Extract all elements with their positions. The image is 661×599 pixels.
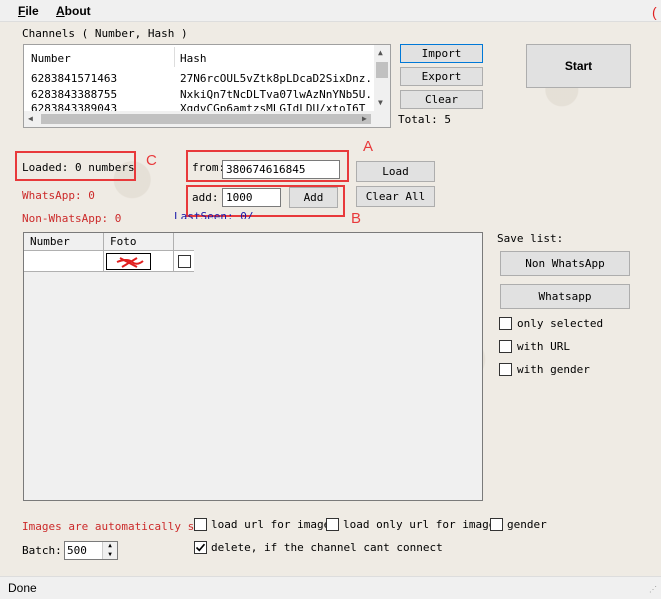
lastseen-count: LastSeen: 0/0 (174, 211, 254, 219)
clear-button[interactable]: Clear (400, 90, 483, 109)
whatsapp-button[interactable]: Whatsapp (500, 284, 630, 309)
column-header-hash[interactable]: Hash (180, 52, 207, 65)
status-text: Done (8, 581, 37, 595)
grid-header-check (174, 233, 194, 251)
save-list-label: Save list: (497, 232, 564, 245)
hscrollbar-thumb[interactable] (41, 114, 371, 124)
lastseen-clip: LastSeen: 0/0 (174, 211, 254, 219)
import-button[interactable]: Import (400, 44, 483, 63)
add-input[interactable] (222, 188, 281, 207)
load-only-url-checkbox[interactable] (326, 518, 339, 531)
add-button[interactable]: Add (289, 187, 338, 208)
column-divider (174, 47, 175, 67)
from-label: from: (192, 161, 226, 174)
menu-bar: File About ( (0, 0, 661, 22)
column-header-number[interactable]: Number (31, 52, 71, 65)
load-button[interactable]: Load (356, 161, 435, 182)
only-selected-checkbox[interactable] (499, 317, 512, 330)
annotation-b: B (351, 210, 362, 227)
annotation-a: A (363, 138, 374, 155)
batch-input[interactable] (65, 542, 102, 559)
scroll-up-icon[interactable]: ▲ (378, 48, 383, 57)
add-label: add: (192, 191, 219, 204)
gender-label: gender (507, 518, 547, 531)
channels-list[interactable]: Number Hash 6283841571463 27N6rcOUL5vZtk… (23, 44, 391, 128)
non-whatsapp-button[interactable]: Non WhatsApp (500, 251, 630, 276)
menu-about[interactable]: About (56, 4, 91, 18)
channel-row-hash[interactable]: 27N6rcOUL5vZtk8pLDcaD2SixDnz... (180, 72, 376, 85)
annotation-c: C (146, 152, 157, 169)
grid-cell-check[interactable] (174, 251, 194, 272)
start-button[interactable]: Start (526, 44, 631, 88)
only-selected-label: only selected (517, 317, 604, 330)
export-button[interactable]: Export (400, 67, 483, 86)
broken-image-icon (106, 253, 151, 270)
channels-group-label: Channels ( Number, Hash ) (22, 27, 188, 40)
load-url-checkbox[interactable] (194, 518, 207, 531)
channel-row-number[interactable]: 6283843388755 (31, 88, 117, 101)
scrollbar-thumb[interactable] (376, 62, 388, 78)
non-whatsapp-count: Non-WhatsApp: 0 (22, 212, 122, 225)
delete-if-cant-checkbox[interactable] (194, 541, 207, 554)
channel-row-number[interactable]: 6283841571463 (31, 72, 117, 85)
with-gender-label: with gender (517, 363, 590, 376)
resize-grip-icon[interactable]: ⋰ (649, 585, 657, 594)
scroll-down-icon[interactable]: ▼ (378, 98, 383, 107)
grid-cell-foto[interactable] (104, 251, 174, 272)
with-url-label: with URL (517, 340, 570, 353)
load-only-url-label: load only url for images (343, 518, 502, 531)
clear-all-button[interactable]: Clear All (356, 186, 435, 207)
scroll-left-icon[interactable]: ◀ (28, 114, 33, 123)
channel-row-hash[interactable]: NxkiQn7tNcDLTva07lwAzNnYNb5U... (180, 88, 376, 101)
load-url-label: load url for images (211, 518, 337, 531)
grid-header-foto[interactable]: Foto (104, 233, 174, 251)
loaded-label: Loaded: 0 numbers (22, 161, 135, 174)
total-label: Total: 5 (398, 113, 451, 126)
menu-file[interactable]: File (18, 4, 39, 18)
checkmark-icon (195, 543, 206, 552)
horizontal-scrollbar[interactable]: ◀ ▶ (24, 111, 390, 127)
vertical-scrollbar[interactable]: ▲ ▼ (374, 45, 390, 111)
whatsapp-count: WhatsApp: 0 (22, 189, 95, 202)
spin-down-icon[interactable]: ▼ (102, 550, 117, 559)
with-gender-checkbox[interactable] (499, 363, 512, 376)
spin-up-icon[interactable]: ▲ (102, 542, 117, 550)
batch-label: Batch: (22, 544, 62, 557)
row-checkbox[interactable] (178, 255, 191, 268)
delete-if-cant-label: delete, if the channel cant connect (211, 541, 443, 554)
grid-cell-number[interactable] (24, 251, 104, 272)
scroll-right-icon[interactable]: ▶ (362, 114, 367, 123)
close-indicator-icon: ( (652, 4, 657, 20)
with-url-checkbox[interactable] (499, 340, 512, 353)
gender-checkbox[interactable] (490, 518, 503, 531)
from-input[interactable] (222, 160, 340, 179)
status-bar: Done ⋰ (0, 576, 661, 599)
results-grid[interactable]: Number Foto (23, 232, 483, 501)
batch-spinner[interactable]: ▲ ▼ (64, 541, 118, 560)
images-auto-label: Images are automatically sav (22, 520, 208, 533)
grid-header-number[interactable]: Number (24, 233, 104, 251)
